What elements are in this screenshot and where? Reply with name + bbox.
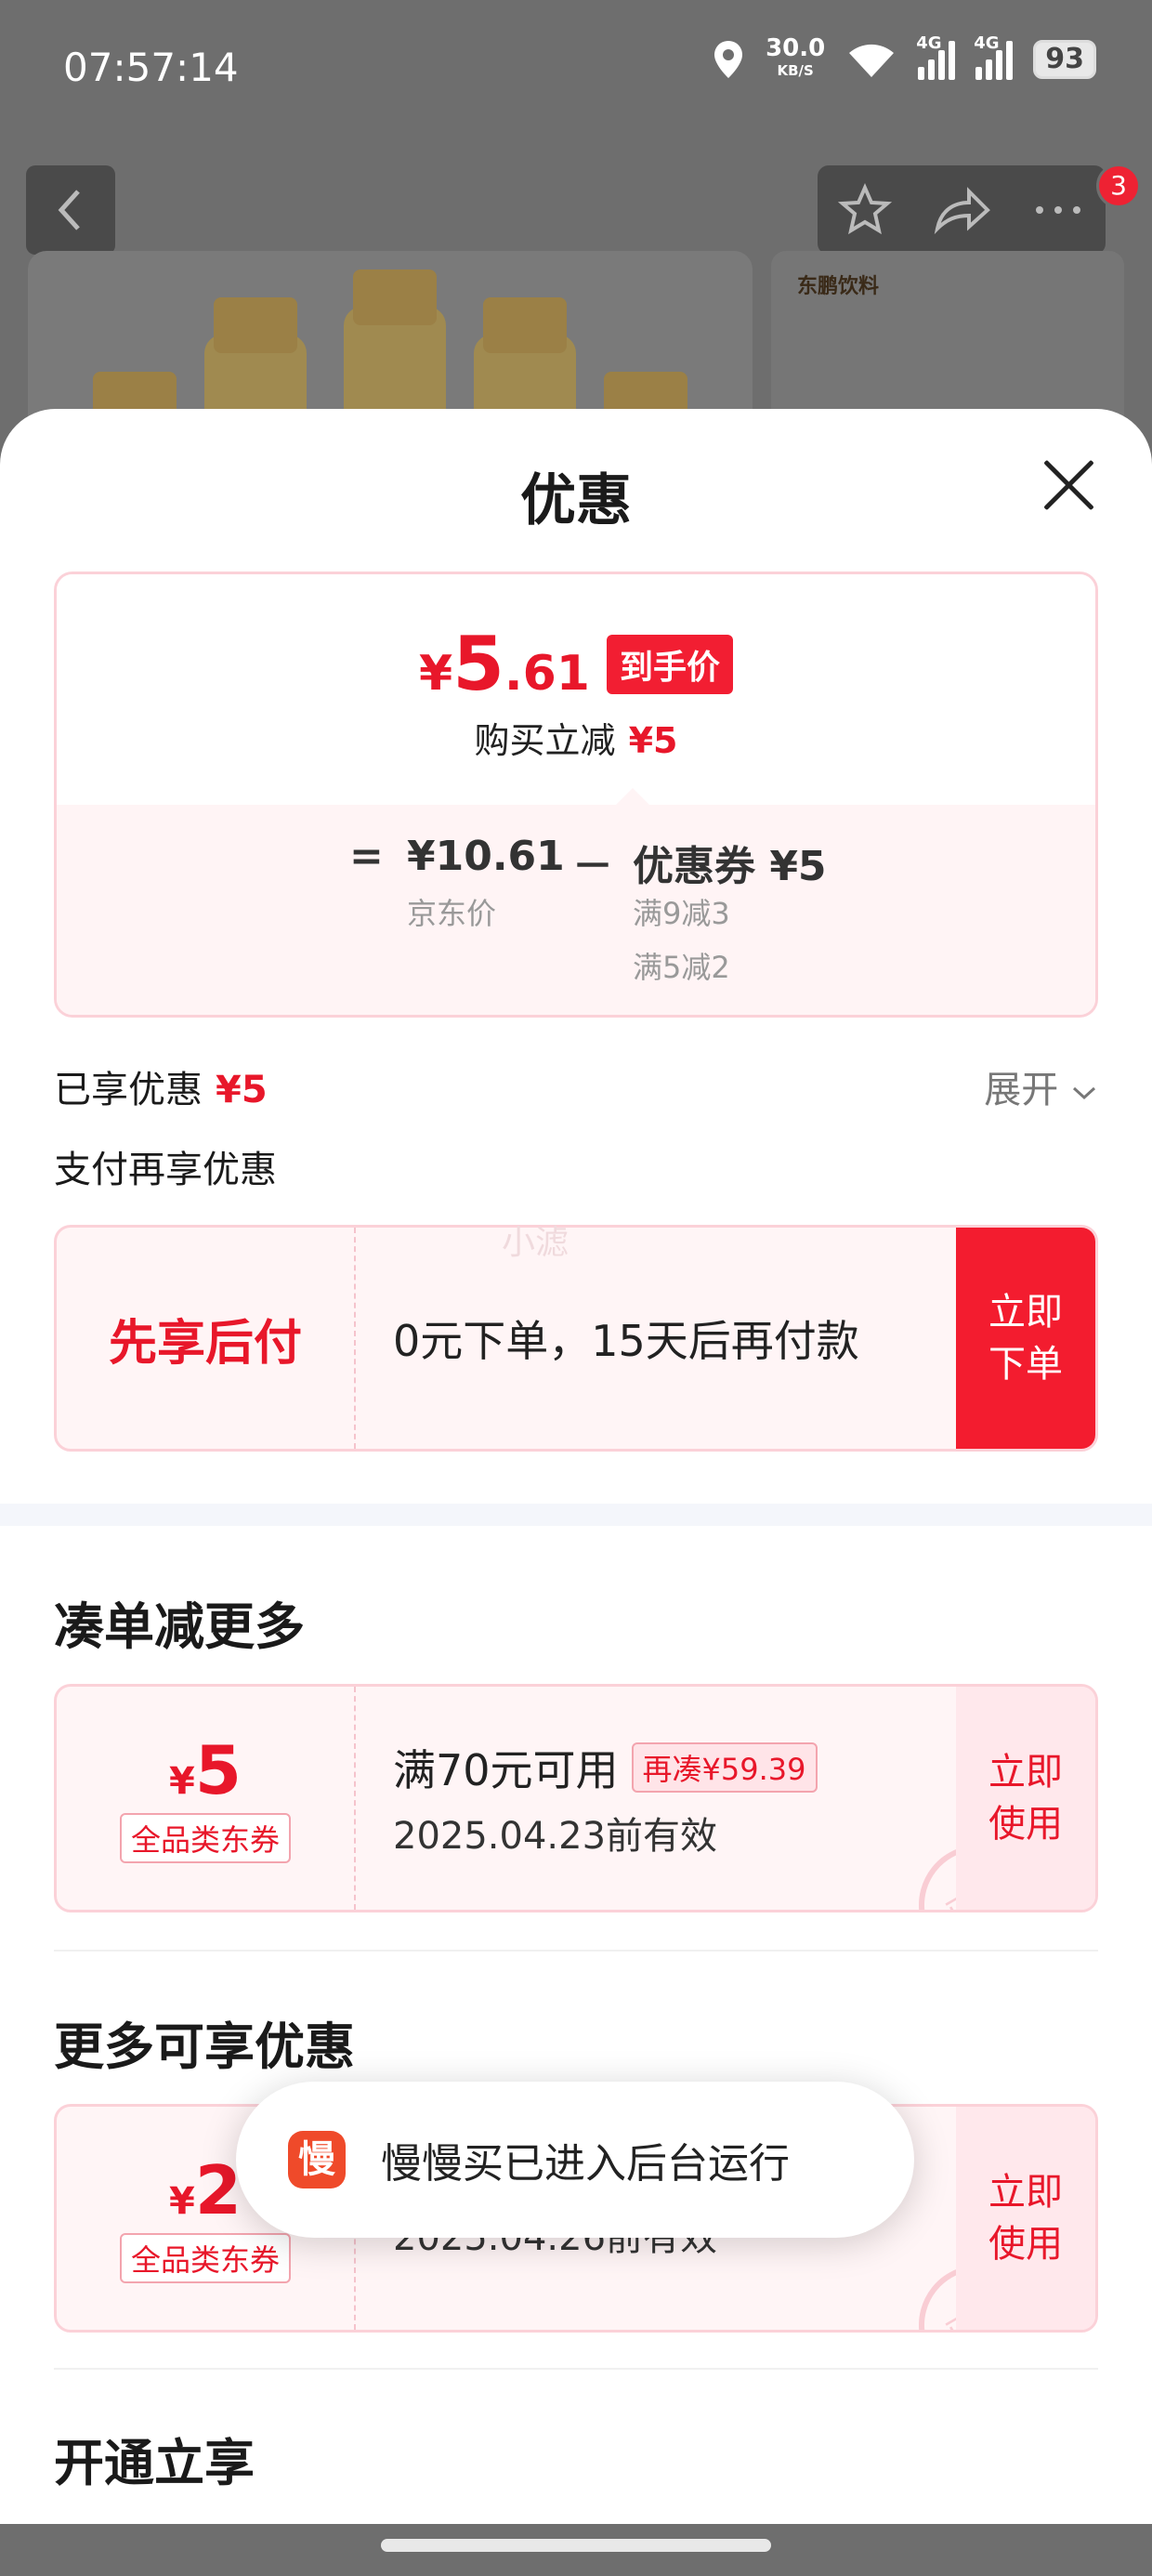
- order-now-button[interactable]: 立即 下单: [956, 1228, 1095, 1449]
- background-toast: 慢 慢慢买已进入后台运行: [236, 2082, 914, 2238]
- coupon-card: ¥5 全品类东券 满70元可用再凑¥59.39 2025.04.23前有效 已领…: [54, 1684, 1098, 1912]
- coupon-condition: 满70元可用: [393, 1745, 619, 1795]
- watermark: 小滤: [502, 1224, 569, 1262]
- instant-reduction: 购买立减 ¥5: [474, 720, 678, 761]
- sheet-title: 优惠: [520, 468, 632, 533]
- final-price: ¥5.61: [419, 621, 590, 707]
- status-bar: 07:57:14 30.0 KB/S 4G 4G 93: [0, 0, 1152, 139]
- coupon-deduction: 优惠券 ¥5: [633, 843, 827, 890]
- share-icon[interactable]: [932, 182, 991, 238]
- wifi-icon: [849, 44, 895, 77]
- use-now-button[interactable]: 立即 使用: [956, 2107, 1095, 2330]
- more-icon[interactable]: [1030, 201, 1086, 219]
- back-button[interactable]: [26, 165, 115, 255]
- coupon-value: ¥5: [169, 1731, 242, 1809]
- section-divider: [0, 1504, 1152, 1526]
- pay-later-desc: 0元下单，15天后再付款: [393, 1316, 859, 1366]
- star-icon[interactable]: [837, 182, 893, 238]
- location-icon: [714, 41, 743, 78]
- chevron-left-icon: [58, 190, 80, 230]
- expand-toggle[interactable]: 展开: [984, 1059, 1098, 1113]
- status-time: 07:57:14: [63, 45, 239, 90]
- pay-discount-title: 支付再享优惠: [54, 1149, 277, 1191]
- discount-sheet: 优惠 ¥5.61 到手价 购买立减 ¥5 = ¥10.61 京东价 － 优惠券 ¥…: [0, 409, 1152, 2576]
- network-speed: 30.0 KB/S: [766, 34, 826, 79]
- jd-price: ¥10.61: [407, 833, 565, 880]
- close-icon[interactable]: [1039, 455, 1098, 515]
- price-card: ¥5.61 到手价 购买立减 ¥5 = ¥10.61 京东价 － 优惠券 ¥5 满…: [54, 572, 1098, 1018]
- enjoyed-discount: 已享优惠 ¥5: [54, 1069, 268, 1111]
- pay-later-name: 先享后付: [57, 1228, 356, 1449]
- cellular-signal-icon: 4G: [916, 33, 956, 80]
- toast-text: 慢慢买已进入后台运行: [381, 2140, 790, 2188]
- coupon-type: 全品类东券: [119, 2233, 291, 2283]
- use-now-button[interactable]: 立即 使用: [956, 1687, 1095, 1910]
- status-icons: 30.0 KB/S 4G 4G 93: [712, 33, 1096, 82]
- cellular-signal-icon-2: 4G: [974, 33, 1014, 80]
- coupon-rule: 满5减2: [633, 950, 730, 985]
- section-title: 更多可享优惠: [54, 2017, 355, 2076]
- add-more-tag: 再凑¥59.39: [631, 1742, 818, 1793]
- coupon-type: 全品类东券: [119, 1813, 291, 1863]
- app-icon: 慢: [288, 2131, 346, 2188]
- final-price-tag: 到手价: [606, 635, 733, 694]
- top-actions: [818, 165, 1106, 255]
- divider: [54, 1950, 1098, 1952]
- coupon-rule: 满9减3: [633, 896, 730, 931]
- notification-badge: 3: [1096, 164, 1141, 208]
- brand-text: 东鹏饮料: [797, 275, 880, 298]
- chevron-down-icon: [1072, 1086, 1096, 1100]
- battery-indicator: 93: [1033, 40, 1096, 79]
- divider: [54, 2368, 1098, 2370]
- section-title: 凑单减更多: [54, 1597, 305, 1656]
- home-indicator[interactable]: [381, 2539, 771, 2552]
- section-title: 开通立享: [54, 2434, 255, 2492]
- pay-later-card[interactable]: 先享后付 0元下单，15天后再付款 立即 下单: [54, 1225, 1098, 1452]
- jd-price-label: 京东价: [407, 896, 497, 931]
- coupon-expiry: 2025.04.23前有效: [393, 1815, 718, 1858]
